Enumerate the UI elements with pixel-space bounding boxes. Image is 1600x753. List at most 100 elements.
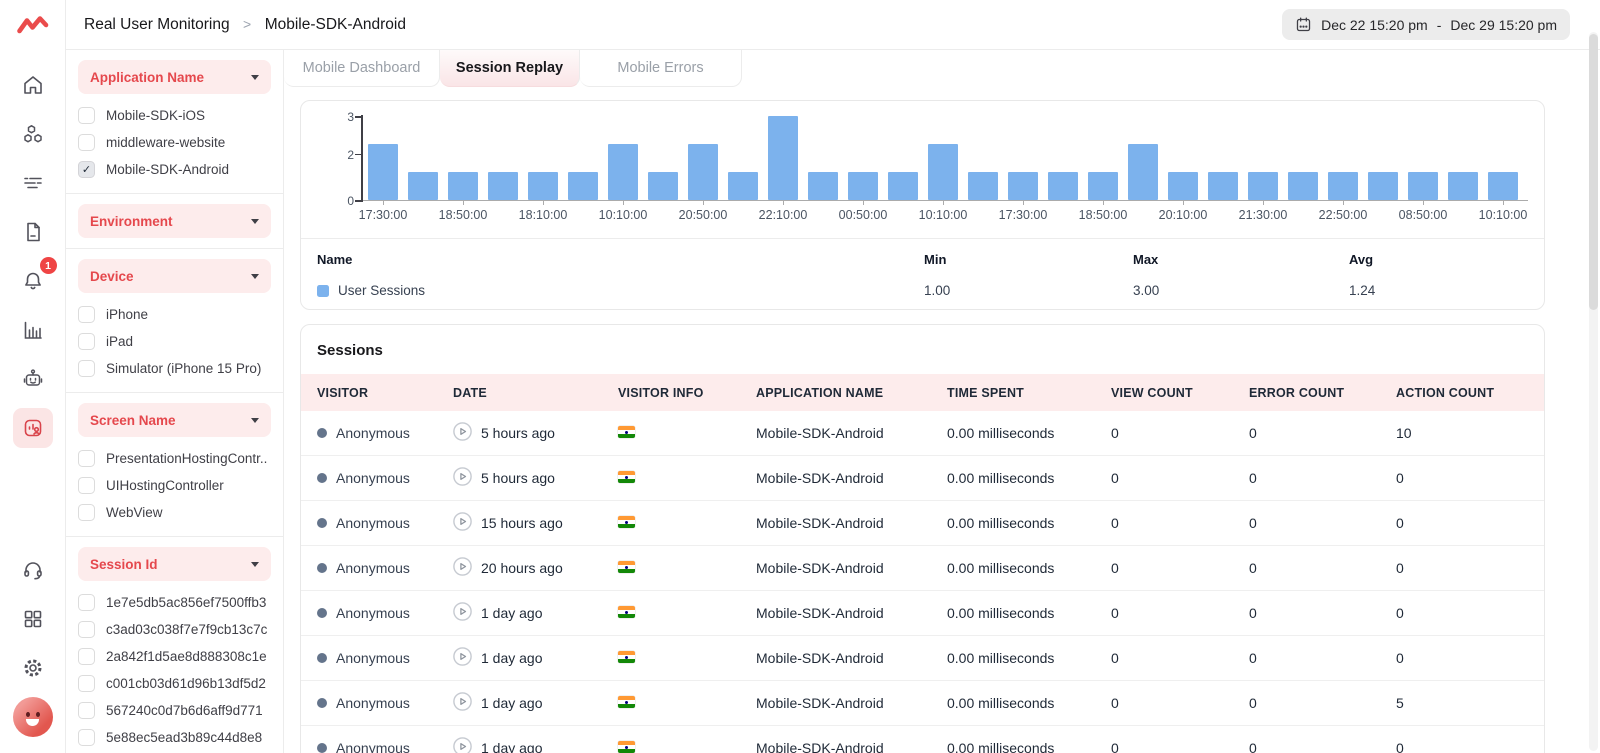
chart-bar[interactable] xyxy=(1488,172,1518,200)
chart-bar[interactable] xyxy=(888,172,918,200)
filter-option-mobile-sdk-android[interactable]: Mobile-SDK-Android xyxy=(78,156,271,183)
page-scrollbar-track[interactable] xyxy=(1589,32,1598,751)
chart-bar[interactable] xyxy=(808,172,838,200)
rum-icon[interactable] xyxy=(12,408,53,448)
checkbox-icon[interactable] xyxy=(78,107,95,124)
chart-bar[interactable] xyxy=(848,172,878,200)
table-row[interactable]: Anonymous 15 hours ago Mobile-SDK-Android 0… xyxy=(301,501,1544,546)
checkbox-icon[interactable] xyxy=(78,450,95,467)
chart-bar[interactable] xyxy=(928,144,958,200)
table-row[interactable]: Anonymous 1 day ago Mobile-SDK-Android 0.00… xyxy=(301,636,1544,681)
support-headset-icon[interactable] xyxy=(13,550,53,590)
settings-gear-icon[interactable] xyxy=(13,648,53,688)
checkbox-icon[interactable] xyxy=(78,648,95,665)
chart-bar[interactable] xyxy=(1408,172,1438,200)
filter-option-5e88ec5ead3b89c44d8e8[interactable]: 5e88ec5ead3b89c44d8e8 xyxy=(78,724,271,751)
filter-header-application-name[interactable]: Application Name xyxy=(78,60,271,94)
chart-bar[interactable] xyxy=(1368,172,1398,200)
checkbox-icon[interactable] xyxy=(78,504,95,521)
filter-option-1e7e5db5ac856ef7500ffb3[interactable]: 1e7e5db5ac856ef7500ffb3 xyxy=(78,589,271,616)
filter-option-mobile-sdk-ios[interactable]: Mobile-SDK-iOS xyxy=(78,102,271,129)
chart-bar[interactable] xyxy=(1328,172,1358,200)
chart-bar[interactable] xyxy=(1088,172,1118,200)
checkbox-icon[interactable] xyxy=(78,333,95,350)
checkbox-icon[interactable] xyxy=(78,675,95,692)
breadcrumb-section[interactable]: Real User Monitoring xyxy=(84,16,230,33)
play-session-icon[interactable] xyxy=(453,737,472,753)
series-name[interactable]: User Sessions xyxy=(338,283,425,298)
chart-bar[interactable] xyxy=(1048,172,1078,200)
chart-bar[interactable] xyxy=(1448,172,1478,200)
home-icon[interactable] xyxy=(13,65,53,105)
chart-bar[interactable] xyxy=(448,172,478,200)
column-header-application-name[interactable]: APPLICATION NAME xyxy=(756,386,947,400)
table-row[interactable]: Anonymous 1 day ago Mobile-SDK-Android 0.00… xyxy=(301,726,1544,753)
filter-option-c001cb03d61d96b13df5d2[interactable]: c001cb03d61d96b13df5d2 xyxy=(78,670,271,697)
column-header-time-spent[interactable]: TIME SPENT xyxy=(947,386,1111,400)
column-header-view-count[interactable]: VIEW COUNT xyxy=(1111,386,1249,400)
checkbox-icon[interactable] xyxy=(78,702,95,719)
logs-icon[interactable] xyxy=(13,163,53,203)
chart-bar[interactable] xyxy=(968,172,998,200)
checkbox-icon[interactable] xyxy=(78,621,95,638)
chart-bar[interactable] xyxy=(1168,172,1198,200)
filter-option-2a842f1d5ae8d888308c1e[interactable]: 2a842f1d5ae8d888308c1e xyxy=(78,643,271,670)
chart-bar[interactable] xyxy=(528,172,558,200)
chart-bar[interactable] xyxy=(688,144,718,200)
column-header-action-count[interactable]: ACTION COUNT xyxy=(1396,386,1544,400)
tab-mobile-errors[interactable]: Mobile Errors xyxy=(580,50,742,87)
chart-bar[interactable] xyxy=(488,172,518,200)
filter-option-webview[interactable]: WebView xyxy=(78,499,271,526)
chart-bar[interactable] xyxy=(1128,144,1158,200)
filter-option-c3ad03c038f7e7f9cb13c7c[interactable]: c3ad03c038f7e7f9cb13c7c xyxy=(78,616,271,643)
ai-assistant-icon[interactable] xyxy=(13,359,53,399)
profile-avatar[interactable] xyxy=(12,697,53,737)
filter-option-simulator-iphone-15-pro[interactable]: Simulator (iPhone 15 Pro) xyxy=(78,355,271,382)
checkbox-icon[interactable] xyxy=(78,306,95,323)
chart-bar[interactable] xyxy=(368,144,398,200)
page-scrollbar-thumb[interactable] xyxy=(1589,34,1598,310)
filter-header-device[interactable]: Device xyxy=(78,259,271,293)
play-session-icon[interactable] xyxy=(453,512,472,534)
filter-option-presentationhostingcontr[interactable]: PresentationHostingContr.. xyxy=(78,445,271,472)
column-header-error-count[interactable]: ERROR COUNT xyxy=(1249,386,1396,400)
filter-header-session-id[interactable]: Session Id xyxy=(78,547,271,581)
chart-bar[interactable] xyxy=(728,172,758,200)
filter-option-567240c0d7b6d6aff9d771[interactable]: 567240c0d7b6d6aff9d771 xyxy=(78,697,271,724)
alerts-bell-icon[interactable]: 1 xyxy=(13,257,57,301)
chart-bar[interactable] xyxy=(568,172,598,200)
chart-bar[interactable] xyxy=(1008,172,1038,200)
chart-bar[interactable] xyxy=(608,144,638,200)
table-row[interactable]: Anonymous 1 day ago Mobile-SDK-Android 0.00… xyxy=(301,681,1544,726)
chart-bar[interactable] xyxy=(1208,172,1238,200)
middleware-logo-icon[interactable] xyxy=(16,14,50,41)
table-row[interactable]: Anonymous 5 hours ago Mobile-SDK-Android 0.… xyxy=(301,411,1544,456)
chart-bar[interactable] xyxy=(1248,172,1278,200)
column-header-visitor-info[interactable]: VISITOR INFO xyxy=(618,386,756,400)
services-icon[interactable] xyxy=(13,114,53,154)
play-session-icon[interactable] xyxy=(453,467,472,489)
checkbox-icon[interactable] xyxy=(78,477,95,494)
filter-header-screen-name[interactable]: Screen Name xyxy=(78,403,271,437)
play-session-icon[interactable] xyxy=(453,422,472,444)
filter-option-iphone[interactable]: iPhone xyxy=(78,301,271,328)
checkbox-icon[interactable] xyxy=(78,729,95,746)
chart-bar[interactable] xyxy=(768,116,798,200)
column-header-visitor[interactable]: VISITOR xyxy=(317,386,453,400)
table-row[interactable]: Anonymous 5 hours ago Mobile-SDK-Android 0.… xyxy=(301,456,1544,501)
chart-bar[interactable] xyxy=(648,172,678,200)
document-icon[interactable] xyxy=(13,212,53,252)
play-session-icon[interactable] xyxy=(453,602,472,624)
filter-option-uihostingcontroller[interactable]: UIHostingController xyxy=(78,472,271,499)
checkbox-icon[interactable] xyxy=(78,594,95,611)
checkbox-icon[interactable] xyxy=(78,134,95,151)
filter-option-middleware-website[interactable]: middleware-website xyxy=(78,129,271,156)
checkbox-icon[interactable] xyxy=(78,360,95,377)
dashboards-icon[interactable] xyxy=(13,310,53,350)
apps-grid-icon[interactable] xyxy=(13,599,53,639)
table-row[interactable]: Anonymous 20 hours ago Mobile-SDK-Android 0… xyxy=(301,546,1544,591)
filter-option-ipad[interactable]: iPad xyxy=(78,328,271,355)
filter-header-environment[interactable]: Environment xyxy=(78,204,271,238)
tab-mobile-dashboard[interactable]: Mobile Dashboard xyxy=(284,50,440,87)
chart-bar[interactable] xyxy=(408,172,438,200)
